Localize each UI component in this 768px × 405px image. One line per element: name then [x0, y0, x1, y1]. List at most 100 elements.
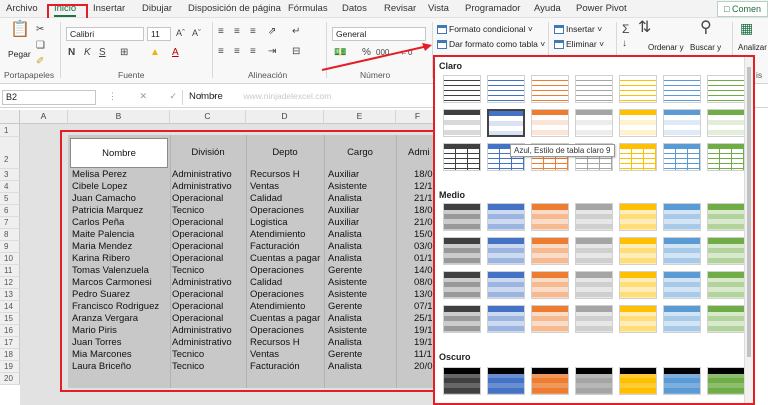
row-header[interactable]: 13: [0, 289, 20, 301]
table-style-thumbnail[interactable]: [487, 271, 525, 299]
sort-filter-icon[interactable]: ⇅: [638, 20, 651, 36]
tab-dibujar[interactable]: Dibujar: [142, 3, 172, 14]
table-style-thumbnail[interactable]: [707, 271, 745, 299]
borders-icon[interactable]: ⊞: [120, 47, 128, 59]
row-header[interactable]: 9: [0, 241, 20, 253]
shrink-font-icon[interactable]: Aˇ: [192, 27, 201, 39]
gallery-scrollbar[interactable]: [744, 57, 753, 403]
number-format-select[interactable]: General: [332, 27, 426, 41]
find-select-label[interactable]: Buscar y: [690, 42, 721, 54]
underline-button[interactable]: S: [99, 47, 106, 59]
font-size-select[interactable]: 11: [147, 27, 171, 41]
orientation-icon[interactable]: ⇗: [268, 26, 276, 38]
table-style-thumbnail[interactable]: [487, 305, 525, 333]
table-style-thumbnail[interactable]: [619, 271, 657, 299]
table-style-thumbnail[interactable]: [443, 109, 481, 137]
table-style-thumbnail[interactable]: [619, 367, 657, 395]
row-header[interactable]: 14: [0, 301, 20, 313]
comments-button[interactable]: □ Comen: [717, 1, 768, 17]
table-style-thumbnail[interactable]: [707, 109, 745, 137]
table-style-thumbnail[interactable]: [707, 305, 745, 333]
align-middle-icon[interactable]: ≡: [234, 26, 240, 38]
table-style-thumbnail[interactable]: [575, 203, 613, 231]
align-right-icon[interactable]: ≡: [250, 46, 256, 58]
insert-cells-button[interactable]: Insertar ˅: [554, 23, 602, 35]
bold-button[interactable]: N: [68, 47, 75, 59]
table-style-thumbnail[interactable]: [531, 271, 569, 299]
select-all-corner[interactable]: [0, 110, 20, 124]
conditional-format-button[interactable]: Formato condicional ˅: [437, 23, 533, 35]
table-style-thumbnail[interactable]: [443, 271, 481, 299]
row-header[interactable]: 4: [0, 181, 20, 193]
table-style-thumbnail[interactable]: [487, 237, 525, 265]
accounting-icon[interactable]: 💵: [334, 47, 346, 59]
table-style-thumbnail[interactable]: [487, 75, 525, 103]
table-style-thumbnail[interactable]: [619, 203, 657, 231]
table-style-thumbnail[interactable]: [663, 237, 701, 265]
table-style-thumbnail[interactable]: [575, 237, 613, 265]
table-style-thumbnail[interactable]: [575, 75, 613, 103]
format-as-table-button[interactable]: Dar formato como tabla ˅: [437, 38, 545, 50]
grow-font-icon[interactable]: Aˆ: [176, 27, 185, 39]
column-header-b[interactable]: B: [68, 110, 170, 124]
font-name-select[interactable]: Calibri: [66, 27, 144, 41]
tab-disposicion[interactable]: Disposición de página: [188, 3, 281, 14]
row-header[interactable]: 16: [0, 325, 20, 337]
table-style-thumbnail[interactable]: [663, 75, 701, 103]
table-style-thumbnail[interactable]: [619, 109, 657, 137]
table-style-thumbnail[interactable]: [443, 75, 481, 103]
table-style-thumbnail[interactable]: [443, 305, 481, 333]
autosum-icon[interactable]: Σ: [622, 23, 629, 35]
increase-decimal-icon[interactable]: ←0: [400, 47, 412, 59]
table-style-thumbnail[interactable]: [575, 109, 613, 137]
table-style-thumbnail[interactable]: [487, 367, 525, 395]
merge-center-icon[interactable]: ⊟: [292, 46, 300, 58]
table-style-thumbnail[interactable]: [707, 203, 745, 231]
table-style-thumbnail[interactable]: [707, 143, 745, 171]
row-header[interactable]: 15: [0, 313, 20, 325]
table-style-thumbnail[interactable]: [487, 203, 525, 231]
table-style-thumbnail[interactable]: [487, 109, 525, 137]
align-top-icon[interactable]: ≡: [218, 26, 224, 38]
table-style-thumbnail[interactable]: [619, 305, 657, 333]
table-style-thumbnail[interactable]: [531, 305, 569, 333]
table-style-thumbnail[interactable]: [443, 237, 481, 265]
row-header[interactable]: 18: [0, 349, 20, 361]
row-header[interactable]: 8: [0, 229, 20, 241]
table-style-thumbnail[interactable]: [663, 367, 701, 395]
table-style-thumbnail[interactable]: [707, 367, 745, 395]
row-header[interactable]: 11: [0, 265, 20, 277]
gallery-scroll-thumb[interactable]: [747, 67, 751, 357]
row-header[interactable]: 5: [0, 193, 20, 205]
analyze-data-label[interactable]: Analizar: [738, 42, 767, 54]
tab-power-pivot[interactable]: Power Pivot: [576, 3, 627, 14]
row-header[interactable]: 6: [0, 205, 20, 217]
column-header-a[interactable]: A: [20, 110, 68, 124]
copy-icon[interactable]: ❏: [36, 40, 45, 52]
table-style-thumbnail[interactable]: [663, 143, 701, 171]
row-header[interactable]: 12: [0, 277, 20, 289]
table-style-thumbnail[interactable]: [531, 367, 569, 395]
sort-filter-label[interactable]: Ordenar y: [648, 42, 684, 54]
tab-datos[interactable]: Datos: [342, 3, 367, 14]
table-style-thumbnail[interactable]: [707, 237, 745, 265]
paste-icon[interactable]: 📋: [10, 22, 30, 38]
tab-formulas[interactable]: Fórmulas: [288, 3, 328, 14]
table-style-thumbnail[interactable]: [443, 143, 481, 171]
row-header[interactable]: 20: [0, 373, 20, 385]
table-style-thumbnail[interactable]: [619, 143, 657, 171]
table-style-thumbnail[interactable]: [575, 367, 613, 395]
row-header[interactable]: 1: [0, 124, 20, 137]
table-style-thumbnail[interactable]: [531, 75, 569, 103]
italic-button[interactable]: K: [84, 47, 91, 59]
cut-icon[interactable]: ✂: [36, 24, 44, 36]
analyze-data-icon[interactable]: ▦: [740, 21, 753, 35]
table-style-thumbnail[interactable]: [663, 305, 701, 333]
delete-cells-button[interactable]: Eliminar ˅: [554, 38, 604, 50]
table-style-thumbnail[interactable]: [663, 271, 701, 299]
tab-revisar[interactable]: Revisar: [384, 3, 416, 14]
table-style-thumbnail[interactable]: [575, 271, 613, 299]
table-style-thumbnail[interactable]: [531, 203, 569, 231]
tab-vista[interactable]: Vista: [428, 3, 449, 14]
percent-button[interactable]: %: [362, 47, 371, 59]
